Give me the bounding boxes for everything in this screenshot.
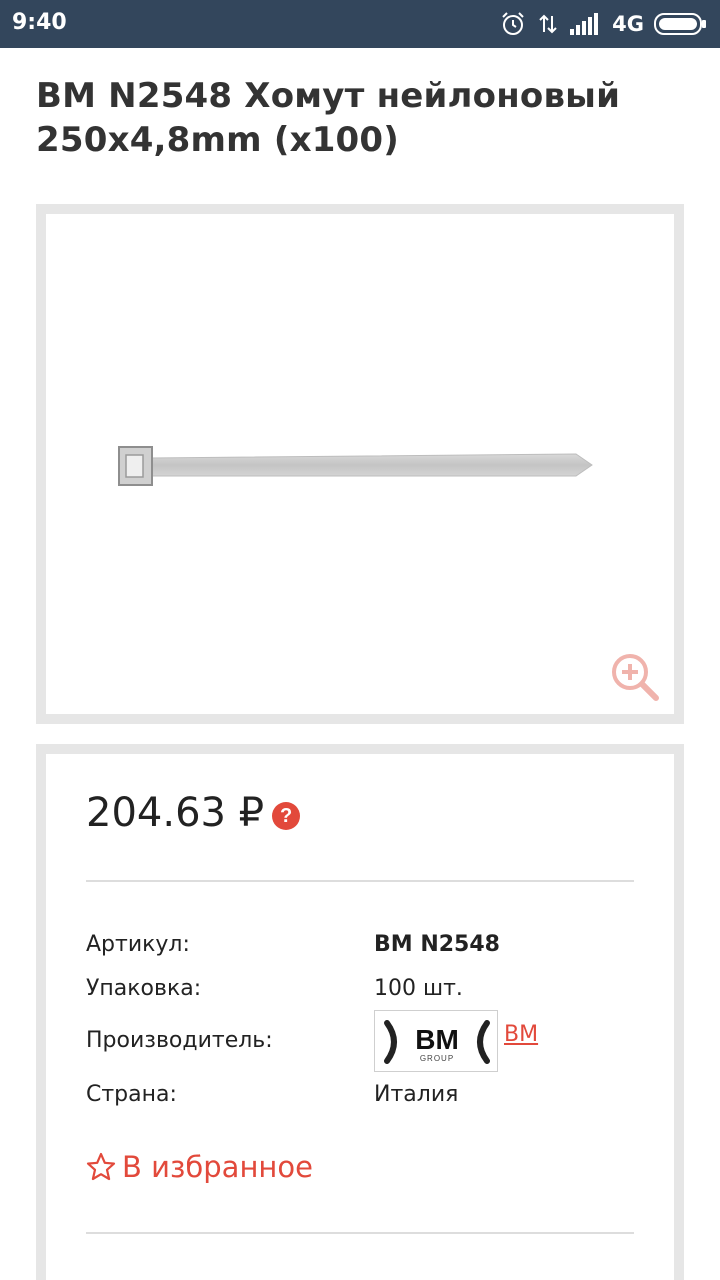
star-outline-icon: [86, 1152, 116, 1181]
price-row: 204.63 ₽ ?: [86, 790, 301, 836]
alarm-icon: [502, 12, 524, 35]
status-bar: 9:40 4G: [0, 0, 720, 48]
product-image-frame: [36, 204, 684, 724]
country-value: Италия: [374, 1082, 459, 1107]
data-transfer-icon: [539, 14, 557, 34]
product-info-frame: 204.63 ₽ ? Артикул: BM N2548 Упаковка: 1…: [36, 744, 684, 1280]
add-to-favorites-button[interactable]: В избранное: [86, 1150, 313, 1184]
logo-subtext: GROUP: [420, 1054, 454, 1063]
manufacturer-link[interactable]: BM: [504, 1022, 538, 1047]
cable-tie-image: [118, 446, 593, 486]
article-value: BM N2548: [374, 932, 500, 957]
zoom-in-icon[interactable]: [610, 652, 660, 702]
status-time: 9:40: [12, 10, 67, 35]
logo-text: BM: [415, 1024, 459, 1055]
product-info-card: 204.63 ₽ ? Артикул: BM N2548 Упаковка: 1…: [46, 754, 674, 1280]
product-title: BM N2548 Хомут нейлоновый 250x4,8mm (x10…: [36, 76, 621, 160]
status-icons: 4G: [500, 8, 708, 40]
favorites-label: В избранное: [122, 1150, 313, 1184]
product-image[interactable]: [46, 214, 674, 714]
price-help-icon[interactable]: ?: [272, 802, 301, 830]
divider: [86, 880, 634, 882]
manufacturer-label: Производитель:: [86, 1028, 273, 1053]
package-label: Упаковка:: [86, 976, 202, 1001]
network-type: 4G: [612, 12, 644, 36]
signal-icon: [570, 13, 599, 35]
battery-icon: [654, 13, 706, 35]
manufacturer-logo[interactable]: BM GROUP: [374, 1010, 498, 1072]
package-value: 100 шт.: [374, 976, 463, 1001]
country-label: Страна:: [86, 1082, 177, 1107]
article-label: Артикул:: [86, 932, 190, 957]
divider: [86, 1232, 634, 1234]
price: 204.63 ₽: [86, 790, 265, 836]
